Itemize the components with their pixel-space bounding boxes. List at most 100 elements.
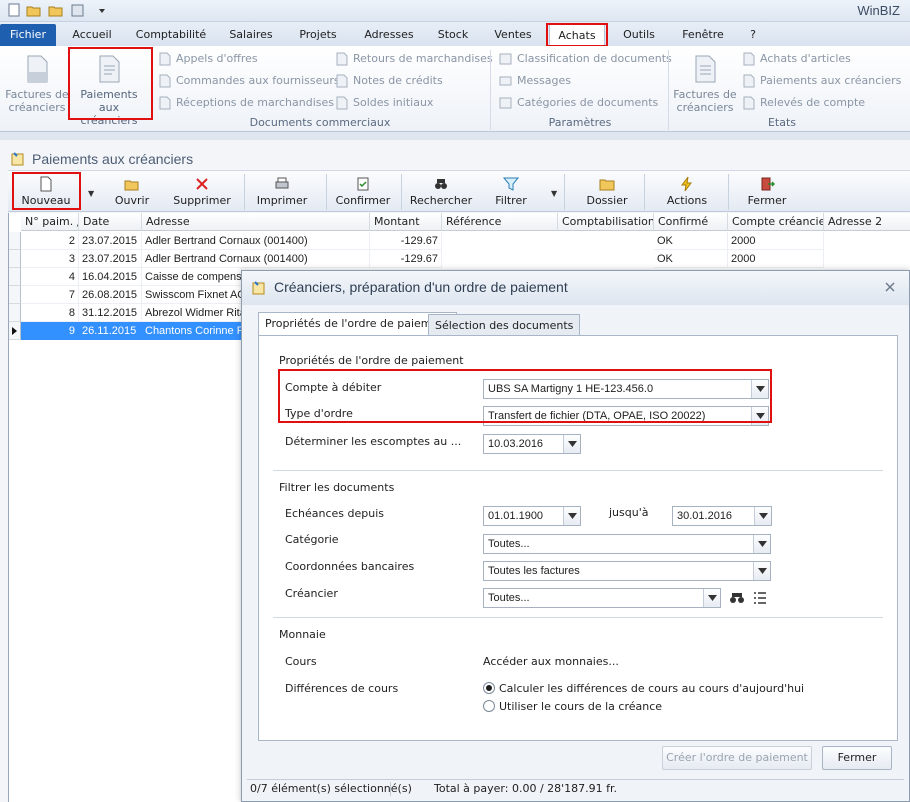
commandes-fournisseurs-button[interactable]: Commandes aux fournisseurs [158, 72, 340, 90]
factures-creanciers-report-button[interactable]: Factures de créanciers [672, 50, 738, 114]
column-header-adresse[interactable]: Adresse [142, 213, 370, 231]
tab-outils[interactable]: Outils [614, 24, 664, 46]
payment-icon [11, 152, 24, 166]
releves-compte-button[interactable]: Relevés de compte [742, 94, 865, 112]
ribbon-separator [490, 50, 491, 130]
escomptes-date-picker[interactable]: 10.03.2016 [483, 434, 581, 454]
tab-comptabilite[interactable]: Comptabilité [130, 24, 212, 46]
save-icon[interactable] [70, 3, 86, 17]
binoculars-icon[interactable] [729, 591, 745, 605]
column-header-date[interactable]: Date [79, 213, 142, 231]
group-parametres: Paramètres [548, 116, 612, 129]
supprimer-button[interactable]: Supprimer [166, 171, 238, 213]
customize-toolbar-icon[interactable] [94, 3, 110, 17]
message-icon [499, 76, 512, 86]
tab-fichier[interactable]: Fichier [0, 24, 56, 46]
dossier-button[interactable]: Dossier [574, 171, 640, 213]
fermer-dialog-button[interactable]: Fermer [822, 746, 892, 770]
document-icon [159, 74, 171, 88]
creancier-select[interactable]: Toutes... [483, 588, 721, 608]
ouvrir-button[interactable]: Ouvrir [100, 171, 164, 213]
radio-calculer-differences[interactable] [483, 682, 495, 694]
imprimer-button[interactable]: Imprimer [248, 171, 316, 213]
actions-button[interactable]: Actions [650, 171, 724, 213]
echeances-from-picker[interactable]: 01.01.1900 [483, 506, 581, 526]
chevron-down-icon[interactable] [563, 507, 580, 525]
confirmer-button[interactable]: Confirmer [330, 171, 396, 213]
type-ordre-select[interactable]: Transfert de fichier (DTA, OPAE, ISO 200… [483, 406, 769, 426]
categories-documents-button[interactable]: Catégories de documents [499, 94, 658, 112]
tab-help[interactable]: ? [742, 24, 764, 46]
soldes-initiaux-button[interactable]: Soldes initiaux [335, 94, 433, 112]
column-header-comptabilisation[interactable]: Comptabilisation [558, 213, 654, 231]
status-total: Total à payer: 0.00 / 28'187.91 fr. [434, 782, 618, 795]
radio-calculer-label[interactable]: Calculer les différences de cours au cou… [499, 682, 804, 695]
radio-utiliser-label[interactable]: Utiliser le cours de la créance [499, 700, 662, 713]
radio-utiliser-cours[interactable] [483, 700, 495, 712]
chevron-down-icon[interactable] [751, 380, 768, 398]
row-indicator [9, 286, 21, 304]
paiements-creanciers-report-button[interactable]: Paiements aux créanciers [742, 72, 901, 90]
creer-ordre-button[interactable]: Créer l'ordre de paiement [662, 746, 812, 770]
report-icon [743, 74, 755, 88]
report-icon [743, 96, 755, 110]
compte-debiter-select[interactable]: UBS SA Martigny 1 HE-123.456.0 [483, 379, 769, 399]
nouveau-dropdown-icon[interactable]: ▼ [88, 189, 94, 198]
column-header-confirme[interactable]: Confirmé [654, 213, 728, 231]
toolbar: Nouveau ▼ Ouvrir Supprimer Imprimer Conf… [8, 170, 910, 212]
column-header-num[interactable]: N° paim. ▲ [21, 213, 79, 231]
rechercher-button[interactable]: Rechercher [406, 171, 476, 213]
new-document-icon[interactable] [6, 3, 22, 17]
chevron-down-icon[interactable] [751, 407, 768, 425]
list-icon[interactable] [753, 591, 767, 605]
receptions-marchandises-button[interactable]: Réceptions de marchandises [158, 94, 334, 112]
tab-salaires[interactable]: Salaires [220, 24, 282, 46]
table-row[interactable]: 3 23.07.2015 Adler Bertrand Cornaux (001… [9, 250, 910, 268]
chevron-down-icon[interactable] [703, 589, 720, 607]
column-header-reference[interactable]: Référence [442, 213, 558, 231]
achats-articles-button[interactable]: Achats d'articles [742, 50, 851, 68]
differences-label: Différences de cours [285, 682, 399, 695]
delete-icon [196, 178, 208, 190]
filtrer-dropdown-icon[interactable]: ▼ [551, 189, 557, 198]
section-proprietes: Propriétés de l'ordre de paiement [279, 354, 464, 367]
chevron-down-icon[interactable] [753, 535, 770, 553]
classification-documents-button[interactable]: Classification de documents [499, 50, 672, 68]
tab-proprietes[interactable]: Propriétés de l'ordre de paiement [258, 312, 457, 336]
chevron-down-icon[interactable] [563, 435, 580, 453]
fermer-button[interactable]: Fermer [734, 171, 800, 213]
notes-credits-button[interactable]: Notes de crédits [335, 72, 443, 90]
open-folder-icon[interactable] [48, 3, 64, 17]
echeances-label: Echéances depuis [285, 507, 384, 520]
close-icon[interactable] [883, 280, 897, 294]
factures-creanciers-button[interactable]: Factures de créanciers [4, 50, 70, 114]
categorie-select[interactable]: Toutes... [483, 534, 771, 554]
tab-fenetre[interactable]: Fenêtre [674, 24, 732, 46]
chevron-down-icon[interactable] [754, 507, 771, 525]
appels-offres-button[interactable]: Appels d'offres [158, 50, 258, 68]
column-header-compte[interactable]: Compte créancier [728, 213, 824, 231]
tab-accueil[interactable]: Accueil [64, 24, 120, 46]
tab-projets[interactable]: Projets [290, 24, 346, 46]
tab-achats[interactable]: Achats [549, 24, 605, 46]
acceder-monnaies-link[interactable]: Accéder aux monnaies... [483, 655, 619, 668]
escomptes-label: Déterminer les escomptes au ... [285, 435, 462, 448]
messages-button[interactable]: Messages [499, 72, 571, 90]
document-icon [336, 52, 348, 66]
column-header-adresse2[interactable]: Adresse 2 [824, 213, 910, 231]
tab-adresses[interactable]: Adresses [356, 24, 422, 46]
tab-ventes[interactable]: Ventes [484, 24, 542, 46]
paiements-creanciers-button[interactable]: Paiements aux créanciers [70, 50, 148, 127]
open-folder-icon[interactable] [26, 3, 42, 17]
nouveau-button[interactable]: Nouveau [14, 171, 78, 213]
retours-marchandises-button[interactable]: Retours de marchandises [335, 50, 493, 68]
echeances-to-picker[interactable]: 30.01.2016 [672, 506, 772, 526]
payment-order-dialog: Créanciers, préparation d'un ordre de pa… [241, 270, 910, 802]
table-row[interactable]: 2 23.07.2015 Adler Bertrand Cornaux (001… [9, 232, 910, 250]
tab-selection-documents[interactable]: Sélection des documents [428, 314, 581, 336]
filtrer-button[interactable]: Filtrer [480, 171, 542, 213]
coordonnees-select[interactable]: Toutes les factures [483, 561, 771, 581]
chevron-down-icon[interactable] [753, 562, 770, 580]
tab-stock[interactable]: Stock [430, 24, 476, 46]
column-header-montant[interactable]: Montant [370, 213, 442, 231]
